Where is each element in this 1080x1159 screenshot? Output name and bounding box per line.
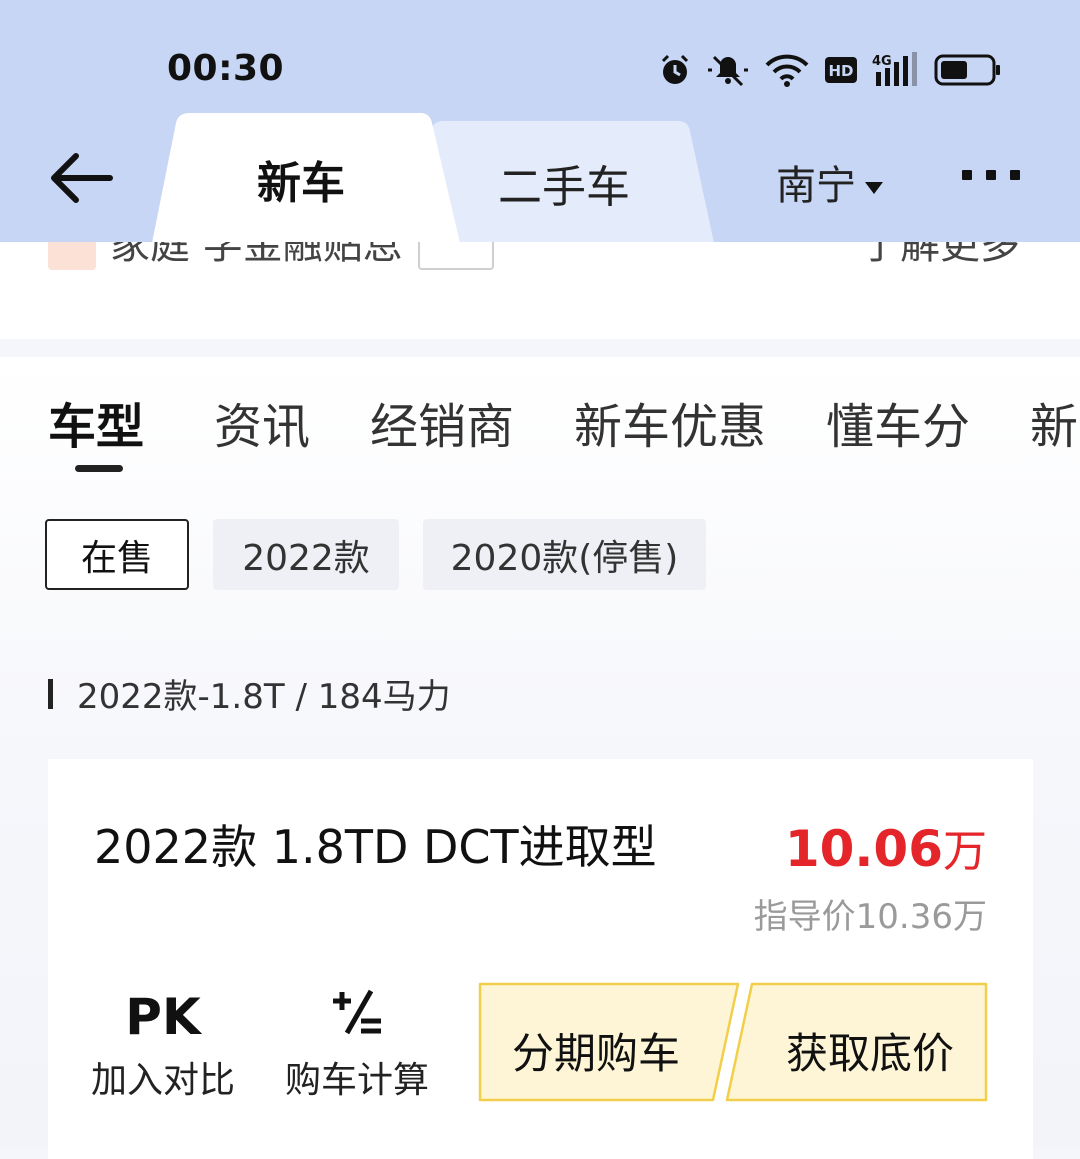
- back-arrow-icon[interactable]: [48, 150, 114, 206]
- battery-icon: [934, 54, 1002, 86]
- main-content: 车型 资讯 经销商 新车优惠 懂车分 新 在售 2022款 2020款(停售) …: [0, 357, 1080, 1159]
- svg-text:HD: HD: [828, 62, 853, 80]
- subtab-score[interactable]: 懂车分: [826, 387, 970, 457]
- subtab-deals[interactable]: 新车优惠: [574, 387, 766, 457]
- tab-new-car[interactable]: 新车: [152, 113, 460, 243]
- subtab-models[interactable]: 车型: [48, 387, 144, 457]
- tab-used-car[interactable]: 二手车: [432, 121, 714, 243]
- sub-tabs: 车型 资讯 经销商 新车优惠 懂车分 新: [0, 387, 1080, 487]
- city-selector[interactable]: 南宁: [776, 153, 884, 211]
- status-icons: HD 4G: [658, 48, 1002, 92]
- hd-icon: HD: [824, 56, 858, 84]
- pk-icon: PK: [125, 988, 201, 1046]
- card-buttons: 分期购车 获取底价: [476, 982, 988, 1104]
- svg-text:4G: 4G: [872, 54, 892, 69]
- compare-action[interactable]: PK 加入对比: [88, 987, 238, 1103]
- more-icon[interactable]: [962, 170, 1020, 180]
- calculator-action[interactable]: 购车计算: [282, 987, 432, 1103]
- chip-2020[interactable]: 2020款(停售): [423, 519, 706, 590]
- guide-price: 指导价10.36万: [753, 897, 987, 937]
- strip-more-link[interactable]: 了解更多: [860, 242, 1020, 270]
- caret-down-icon: [864, 159, 884, 205]
- finance-strip: 家庭 学金融贴息 了解更多: [0, 242, 1080, 339]
- active-tab-indicator: [75, 465, 123, 472]
- mute-icon: [706, 53, 750, 87]
- strip-text: 家庭 学金融贴息: [110, 242, 403, 268]
- city-label: 南宁: [776, 163, 856, 209]
- price-value: 10.06: [784, 820, 943, 878]
- lowest-price-button[interactable]: 获取底价: [786, 1020, 954, 1081]
- price-unit: 万: [943, 826, 987, 877]
- strip-tag: [418, 242, 494, 270]
- calculator-label: 购车计算: [284, 1060, 429, 1101]
- group-title-text: 2022款-1.8T / 184马力: [77, 677, 451, 717]
- alarm-icon: [658, 53, 692, 87]
- tab-used-car-label: 二手车: [498, 162, 630, 213]
- calculator-icon: [282, 987, 432, 1047]
- subtab-more[interactable]: 新: [1030, 387, 1078, 457]
- wifi-icon: [764, 53, 810, 87]
- strip-badge-icon: [48, 242, 96, 270]
- tab-new-car-label: 新车: [257, 158, 345, 209]
- signal-4g-icon: 4G: [872, 52, 920, 88]
- car-name: 2022款 1.8TD DCT进取型: [94, 820, 657, 874]
- group-title-bar: [48, 678, 53, 709]
- car-card[interactable]: 2022款 1.8TD DCT进取型 10.06万 指导价10.36万 PK 加…: [48, 759, 1033, 1159]
- subtab-dealers[interactable]: 经销商: [370, 387, 514, 457]
- status-time: 00:30: [167, 48, 285, 89]
- price: 10.06万: [785, 815, 987, 879]
- group-title: 2022款-1.8T / 184马力: [48, 669, 451, 718]
- chip-on-sale[interactable]: 在售: [45, 519, 189, 590]
- subtab-news[interactable]: 资讯: [214, 387, 310, 457]
- compare-label: 加入对比: [90, 1060, 235, 1101]
- installment-button[interactable]: 分期购车: [512, 1020, 680, 1081]
- chip-2022[interactable]: 2022款: [213, 519, 399, 590]
- top-header: 00:30 HD 4G 二手车 新车 南宁: [0, 0, 1080, 243]
